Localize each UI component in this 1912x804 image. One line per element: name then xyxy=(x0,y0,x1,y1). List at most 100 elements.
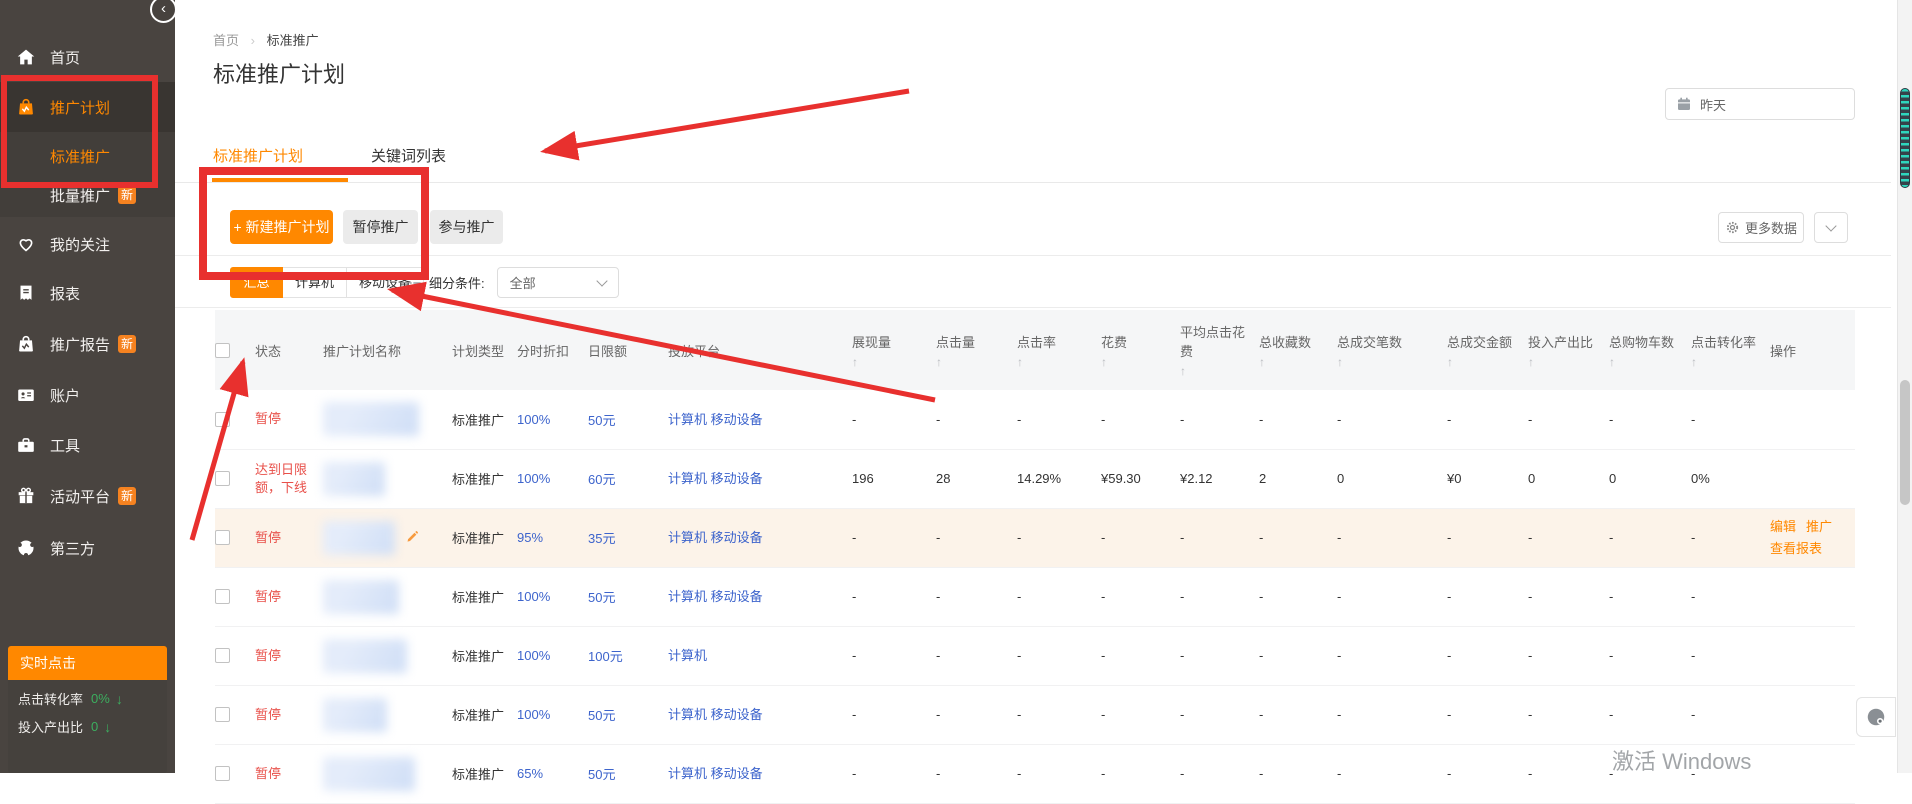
chat-widget-button[interactable] xyxy=(1856,697,1896,737)
device-tab-0[interactable]: 汇总 xyxy=(230,267,283,298)
plan-type: 标准推广 xyxy=(452,472,504,487)
row-checkbox[interactable] xyxy=(215,766,230,781)
action-link[interactable]: 编辑 xyxy=(1770,519,1796,534)
sidebar-item-2[interactable]: 标准推广 xyxy=(0,136,175,176)
join-promo-button[interactable]: 参与推广 xyxy=(430,210,503,244)
realtime-metric-value: 0% xyxy=(91,691,110,706)
metric-value-6: - xyxy=(1337,766,1341,781)
device-tab-1[interactable]: 计算机 xyxy=(283,267,347,298)
metric-value-10: - xyxy=(1691,530,1695,545)
metric-value-3: - xyxy=(1101,648,1105,663)
column-label: 平均点击花费 xyxy=(1180,325,1245,359)
time-discount-link[interactable]: 100% xyxy=(517,412,550,427)
time-discount-link[interactable]: 65% xyxy=(517,766,543,781)
sort-asc-icon[interactable]: ↑ xyxy=(1528,355,1601,369)
sidebar-item-0[interactable]: 首页 xyxy=(0,32,175,82)
row-checkbox[interactable] xyxy=(215,589,230,604)
sidebar-item-1[interactable]: 推广计划 xyxy=(0,82,175,132)
time-discount-link[interactable]: 100% xyxy=(517,648,550,663)
metric-value-4: - xyxy=(1180,530,1184,545)
segment-filter-dropdown[interactable]: 全部 xyxy=(497,267,619,298)
pause-promo-button[interactable]: 暂停推广 xyxy=(343,210,418,244)
scrollbar-thumb-striped[interactable] xyxy=(1900,88,1910,188)
scrollbar[interactable] xyxy=(1897,0,1912,773)
daily-limit-link[interactable]: 50元 xyxy=(588,708,615,723)
sort-asc-icon[interactable]: ↑ xyxy=(1691,355,1762,369)
action-link[interactable]: 查看报表 xyxy=(1770,541,1822,556)
platform-link[interactable]: 计算机 移动设备 xyxy=(668,764,763,783)
tab-standard-plan[interactable]: 标准推广计划 xyxy=(213,145,303,166)
sidebar-item-5[interactable]: 报表 xyxy=(0,268,175,318)
platform-link[interactable]: 计算机 移动设备 xyxy=(668,587,763,606)
sidebar-item-10[interactable]: 第三方 xyxy=(0,523,175,573)
segment-filter-label: 细分条件: xyxy=(429,273,485,292)
metric-value-9: - xyxy=(1609,530,1613,545)
row-checkbox[interactable] xyxy=(215,707,230,722)
platform-link[interactable]: 计算机 移动设备 xyxy=(668,705,763,724)
daily-limit-link[interactable]: 50元 xyxy=(588,767,615,782)
segment-filter: 细分条件: 全部 xyxy=(407,267,619,298)
column-header-4: 日限额 xyxy=(588,310,668,390)
column-header-12: 总成交笔数↑ xyxy=(1337,310,1447,390)
new-plan-button[interactable]: + 新建推广计划 xyxy=(230,210,333,244)
daily-limit-link[interactable]: 60元 xyxy=(588,472,615,487)
sidebar-item-9[interactable]: 活动平台新 xyxy=(0,471,175,521)
report-icon xyxy=(15,282,37,304)
metric-value-10: - xyxy=(1691,707,1695,722)
pencil-icon[interactable] xyxy=(405,529,420,547)
platform-link[interactable]: 计算机 移动设备 xyxy=(668,469,763,488)
sidebar-item-8[interactable]: 工具 xyxy=(0,420,175,470)
metric-value-4: - xyxy=(1180,412,1184,427)
sidebar-collapse-button[interactable]: ‹ xyxy=(150,0,177,23)
column-header-14: 投入产出比↑ xyxy=(1528,310,1609,390)
more-data-button[interactable]: 更多数据 xyxy=(1718,212,1804,243)
sort-asc-icon[interactable]: ↑ xyxy=(1180,364,1251,378)
sort-asc-icon[interactable]: ↑ xyxy=(852,355,928,369)
main-content: 首页 › 标准推广 标准推广计划 昨天 标准推广计划 关键词列表 + 新建推广计… xyxy=(175,0,1912,773)
time-discount-link[interactable]: 100% xyxy=(517,589,550,604)
time-discount-link[interactable]: 100% xyxy=(517,471,550,486)
daily-limit-link[interactable]: 50元 xyxy=(588,413,615,428)
promo-plan-table: 状态推广计划名称计划类型分时折扣日限额投放平台展现量↑点击量↑点击率↑花费↑平均… xyxy=(215,310,1855,804)
sidebar-item-4[interactable]: 我的关注 xyxy=(0,219,175,269)
metric-value-10: 0% xyxy=(1691,471,1710,486)
select-all-checkbox[interactable] xyxy=(215,343,230,358)
date-range-picker[interactable]: 昨天 xyxy=(1665,88,1855,120)
sidebar-item-7[interactable]: 账户 xyxy=(0,370,175,420)
sort-asc-icon[interactable]: ↑ xyxy=(1337,355,1439,369)
plan-name-redacted xyxy=(323,580,399,614)
time-discount-link[interactable]: 100% xyxy=(517,707,550,722)
sort-asc-icon[interactable]: ↑ xyxy=(1017,355,1093,369)
daily-limit-link[interactable]: 100元 xyxy=(588,649,623,664)
sort-asc-icon[interactable]: ↑ xyxy=(936,355,1009,369)
sort-asc-icon[interactable]: ↑ xyxy=(1259,355,1329,369)
daily-limit-link[interactable]: 50元 xyxy=(588,590,615,605)
row-checkbox[interactable] xyxy=(215,471,230,486)
column-header-17: 操作 xyxy=(1770,310,1855,390)
metric-value-5: - xyxy=(1259,766,1263,781)
platform-link[interactable]: 计算机 移动设备 xyxy=(668,410,763,429)
breadcrumb-home-link[interactable]: 首页 xyxy=(213,33,239,48)
row-checkbox[interactable] xyxy=(215,412,230,427)
expand-columns-button[interactable] xyxy=(1814,212,1848,243)
metric-value-3: - xyxy=(1101,589,1105,604)
plan-type: 标准推广 xyxy=(452,531,504,546)
time-discount-link[interactable]: 95% xyxy=(517,530,543,545)
column-header-0: 状态 xyxy=(255,310,323,390)
daily-limit-link[interactable]: 35元 xyxy=(588,531,615,546)
column-label: 点击率 xyxy=(1017,335,1056,350)
platform-link[interactable]: 计算机 移动设备 xyxy=(668,528,763,547)
sidebar-item-3[interactable]: 批量推广新 xyxy=(0,175,175,215)
sidebar-item-6[interactable]: 推广报告新 xyxy=(0,319,175,369)
platform-link[interactable]: 计算机 xyxy=(668,646,763,665)
sort-asc-icon[interactable]: ↑ xyxy=(1101,355,1172,369)
divider xyxy=(175,255,1891,256)
metric-value-6: - xyxy=(1337,648,1341,663)
action-link[interactable]: 推广 xyxy=(1806,519,1832,534)
row-checkbox[interactable] xyxy=(215,530,230,545)
sort-asc-icon[interactable]: ↑ xyxy=(1447,355,1520,369)
tab-keyword-list[interactable]: 关键词列表 xyxy=(371,145,446,166)
sort-asc-icon[interactable]: ↑ xyxy=(1609,355,1683,369)
row-checkbox[interactable] xyxy=(215,648,230,663)
scrollbar-thumb[interactable] xyxy=(1900,380,1910,505)
